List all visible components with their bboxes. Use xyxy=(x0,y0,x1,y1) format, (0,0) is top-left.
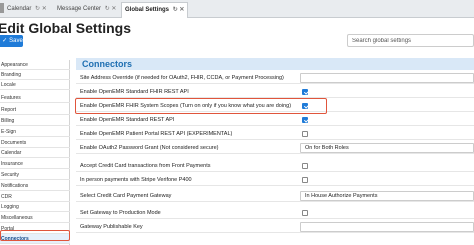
setting-row: Enable OpenEMR Standard FHIR REST API xyxy=(76,86,474,98)
setting-label: Select Credit Card Payment Gateway xyxy=(80,193,172,199)
tab-label: Calendar xyxy=(7,6,32,12)
setting-row: Site Address Override (if needed for OAu… xyxy=(76,72,474,84)
sidebar-item-documents[interactable]: Documents xyxy=(0,138,70,148)
front-payments-checkbox[interactable] xyxy=(302,163,308,169)
sidebar-item-calendar[interactable]: Calendar xyxy=(0,148,70,158)
site-address-override-field[interactable] xyxy=(300,73,474,83)
setting-label: Set Gateway to Production Mode xyxy=(80,210,161,216)
highlight-annotation xyxy=(75,98,327,114)
save-button[interactable]: ✓ Save xyxy=(0,35,23,47)
setting-label: Enable OpenEMR Standard REST API xyxy=(80,117,175,123)
setting-label: Site Address Override (if needed for OAu… xyxy=(80,75,284,81)
portal-rest-api-checkbox[interactable] xyxy=(302,131,308,137)
setting-row: Select Credit Card Payment Gateway In Ho… xyxy=(76,190,474,202)
tab-global-settings[interactable]: Global Settings ↻ ✕ xyxy=(121,2,189,18)
setting-row: Set Gateway to Production Mode xyxy=(76,207,474,219)
sidebar-item-esign[interactable]: E-Sign xyxy=(0,127,70,137)
setting-label: Gateway Publishable Key xyxy=(80,224,143,230)
setting-row: Gateway Publishable Key xyxy=(76,221,474,233)
sidebar-item-branding[interactable]: Branding xyxy=(0,70,70,80)
active-item-outline xyxy=(0,230,70,241)
sidebar-item-insurance[interactable]: Insurance xyxy=(0,159,70,169)
setting-row: In person payments with Stripe Verifone … xyxy=(76,174,474,186)
setting-label: In person payments with Stripe Verifone … xyxy=(80,177,192,183)
tab-calendar[interactable]: Calendar ↻ ✕ xyxy=(4,2,50,18)
setting-label: Accept Credit Card transactions from Fro… xyxy=(80,163,211,169)
setting-label: Enable OpenEMR Standard FHIR REST API xyxy=(80,89,189,95)
search-input[interactable] xyxy=(347,34,474,47)
stripe-verifone-checkbox[interactable] xyxy=(302,177,308,183)
sidebar-item-logging[interactable]: Logging xyxy=(0,202,70,212)
section-title: Connectors xyxy=(76,58,474,70)
fhir-rest-api-checkbox[interactable] xyxy=(302,89,308,95)
reload-close-icons[interactable]: ↻ ✕ xyxy=(173,7,185,13)
sidebar-item-appearance[interactable]: Appearance xyxy=(0,60,70,70)
setting-row: Enable OpenEMR Patient Portal REST API (… xyxy=(76,128,474,140)
sidebar-item-features[interactable]: Features xyxy=(0,93,70,103)
publishable-key-field[interactable] xyxy=(300,222,474,232)
reload-close-icons[interactable]: ↻ ✕ xyxy=(35,6,47,12)
setting-label: Enable OAuth2 Password Grant (Not consid… xyxy=(80,145,219,151)
setting-row: Enable OAuth2 Password Grant (Not consid… xyxy=(76,142,474,154)
tab-label: Message Center xyxy=(57,6,102,12)
tab-message-center[interactable]: Message Center ↻ ✕ xyxy=(54,2,119,18)
sidebar-item-report[interactable]: Report xyxy=(0,105,70,115)
tab-label: Global Settings xyxy=(125,7,170,13)
sidebar: Appearance Branding Locale Features Repo… xyxy=(0,60,70,245)
reload-close-icons[interactable]: ↻ ✕ xyxy=(105,6,117,12)
standard-rest-api-checkbox[interactable] xyxy=(302,117,308,123)
sidebar-item-cdr[interactable]: CDR xyxy=(0,192,70,202)
tab-bar: Calendar ↻ ✕ Message Center ↻ ✕ Global S… xyxy=(0,0,474,18)
sidebar-item-miscellaneous[interactable]: Miscellaneous xyxy=(0,213,70,223)
setting-row: Enable OpenEMR Standard REST API xyxy=(76,114,474,126)
sidebar-item-billing[interactable]: Billing xyxy=(0,116,70,126)
sidebar-item-security[interactable]: Security xyxy=(0,170,70,180)
page-title: Edit Global Settings xyxy=(0,20,132,36)
check-icon: ✓ xyxy=(2,38,8,44)
sidebar-item-notifications[interactable]: Notifications xyxy=(0,181,70,191)
oauth2-password-grant-select[interactable]: On for Both Roles xyxy=(300,143,474,153)
sidebar-item-locale[interactable]: Locale xyxy=(0,80,70,90)
payment-gateway-select[interactable]: In House Authorize Payments xyxy=(300,191,474,201)
save-label: Save xyxy=(9,38,23,44)
gateway-production-checkbox[interactable] xyxy=(302,210,308,216)
setting-label: Enable OpenEMR Patient Portal REST API (… xyxy=(80,131,233,137)
setting-row: Accept Credit Card transactions from Fro… xyxy=(76,160,474,172)
